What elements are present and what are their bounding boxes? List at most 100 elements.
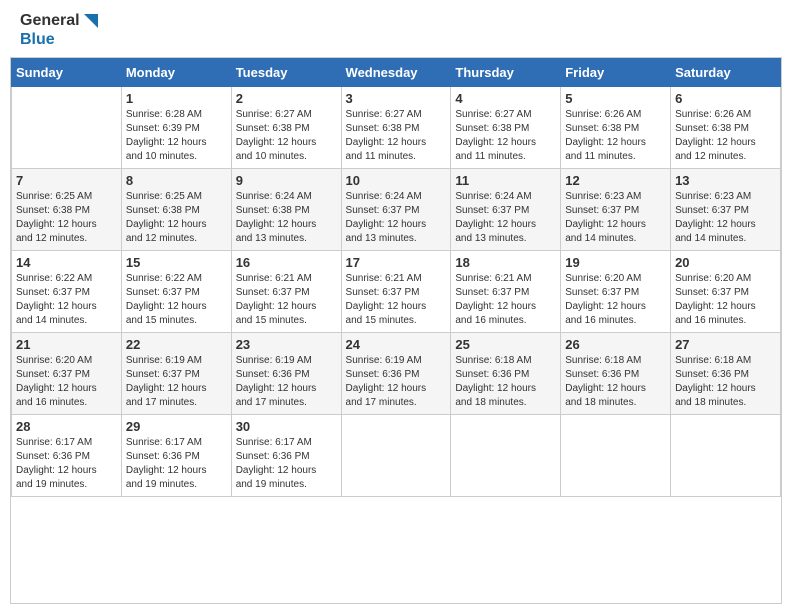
day-info: Sunrise: 6:25 AM Sunset: 6:38 PM Dayligh… (126, 190, 227, 246)
day-info: Sunrise: 6:20 AM Sunset: 6:37 PM Dayligh… (565, 272, 666, 328)
day-info: Sunrise: 6:19 AM Sunset: 6:36 PM Dayligh… (346, 354, 447, 410)
calendar-cell: 4 Sunrise: 6:27 AM Sunset: 6:38 PM Daylig… (451, 87, 561, 169)
calendar: SundayMondayTuesdayWednesdayThursdayFrid… (10, 57, 782, 604)
day-number: 23 (236, 337, 337, 352)
calendar-cell: 27 Sunrise: 6:18 AM Sunset: 6:36 PM Dayli… (671, 333, 781, 415)
weekday-tuesday: Tuesday (231, 59, 341, 87)
day-info: Sunrise: 6:27 AM Sunset: 6:38 PM Dayligh… (455, 108, 556, 164)
day-number: 16 (236, 255, 337, 270)
calendar-cell (561, 415, 671, 497)
day-info: Sunrise: 6:27 AM Sunset: 6:38 PM Dayligh… (236, 108, 337, 164)
day-number: 12 (565, 173, 666, 188)
calendar-cell: 22 Sunrise: 6:19 AM Sunset: 6:37 PM Dayli… (121, 333, 231, 415)
day-info: Sunrise: 6:20 AM Sunset: 6:37 PM Dayligh… (16, 354, 117, 410)
calendar-cell (671, 415, 781, 497)
day-number: 11 (455, 173, 556, 188)
day-number: 8 (126, 173, 227, 188)
day-info: Sunrise: 6:23 AM Sunset: 6:37 PM Dayligh… (565, 190, 666, 246)
calendar-cell: 16 Sunrise: 6:21 AM Sunset: 6:37 PM Dayli… (231, 251, 341, 333)
weekday-friday: Friday (561, 59, 671, 87)
week-row-3: 14 Sunrise: 6:22 AM Sunset: 6:37 PM Dayli… (12, 251, 781, 333)
calendar-cell: 3 Sunrise: 6:27 AM Sunset: 6:38 PM Daylig… (341, 87, 451, 169)
day-info: Sunrise: 6:24 AM Sunset: 6:38 PM Dayligh… (236, 190, 337, 246)
day-info: Sunrise: 6:17 AM Sunset: 6:36 PM Dayligh… (236, 436, 337, 492)
weekday-thursday: Thursday (451, 59, 561, 87)
day-number: 27 (675, 337, 776, 352)
week-row-1: 1 Sunrise: 6:28 AM Sunset: 6:39 PM Daylig… (12, 87, 781, 169)
day-number: 29 (126, 419, 227, 434)
day-number: 13 (675, 173, 776, 188)
weekday-sunday: Sunday (12, 59, 122, 87)
day-info: Sunrise: 6:21 AM Sunset: 6:37 PM Dayligh… (346, 272, 447, 328)
calendar-cell: 28 Sunrise: 6:17 AM Sunset: 6:36 PM Dayli… (12, 415, 122, 497)
calendar-cell: 13 Sunrise: 6:23 AM Sunset: 6:37 PM Dayli… (671, 169, 781, 251)
day-info: Sunrise: 6:19 AM Sunset: 6:36 PM Dayligh… (236, 354, 337, 410)
day-number: 10 (346, 173, 447, 188)
day-number: 4 (455, 91, 556, 106)
calendar-cell: 25 Sunrise: 6:18 AM Sunset: 6:36 PM Dayli… (451, 333, 561, 415)
week-row-2: 7 Sunrise: 6:25 AM Sunset: 6:38 PM Daylig… (12, 169, 781, 251)
day-number: 30 (236, 419, 337, 434)
day-info: Sunrise: 6:19 AM Sunset: 6:37 PM Dayligh… (126, 354, 227, 410)
weekday-monday: Monday (121, 59, 231, 87)
day-info: Sunrise: 6:21 AM Sunset: 6:37 PM Dayligh… (236, 272, 337, 328)
day-number: 20 (675, 255, 776, 270)
day-info: Sunrise: 6:22 AM Sunset: 6:37 PM Dayligh… (16, 272, 117, 328)
day-info: Sunrise: 6:18 AM Sunset: 6:36 PM Dayligh… (455, 354, 556, 410)
calendar-cell: 2 Sunrise: 6:27 AM Sunset: 6:38 PM Daylig… (231, 87, 341, 169)
weekday-saturday: Saturday (671, 59, 781, 87)
day-info: Sunrise: 6:17 AM Sunset: 6:36 PM Dayligh… (16, 436, 117, 492)
day-number: 2 (236, 91, 337, 106)
day-info: Sunrise: 6:23 AM Sunset: 6:37 PM Dayligh… (675, 190, 776, 246)
calendar-cell (341, 415, 451, 497)
calendar-cell (12, 87, 122, 169)
day-info: Sunrise: 6:17 AM Sunset: 6:36 PM Dayligh… (126, 436, 227, 492)
day-number: 6 (675, 91, 776, 106)
day-number: 15 (126, 255, 227, 270)
day-number: 5 (565, 91, 666, 106)
calendar-cell: 24 Sunrise: 6:19 AM Sunset: 6:36 PM Dayli… (341, 333, 451, 415)
day-number: 26 (565, 337, 666, 352)
calendar-cell: 11 Sunrise: 6:24 AM Sunset: 6:37 PM Dayli… (451, 169, 561, 251)
day-info: Sunrise: 6:18 AM Sunset: 6:36 PM Dayligh… (565, 354, 666, 410)
day-info: Sunrise: 6:26 AM Sunset: 6:38 PM Dayligh… (565, 108, 666, 164)
day-number: 28 (16, 419, 117, 434)
day-info: Sunrise: 6:22 AM Sunset: 6:37 PM Dayligh… (126, 272, 227, 328)
calendar-cell: 30 Sunrise: 6:17 AM Sunset: 6:36 PM Dayli… (231, 415, 341, 497)
calendar-cell: 8 Sunrise: 6:25 AM Sunset: 6:38 PM Daylig… (121, 169, 231, 251)
week-row-4: 21 Sunrise: 6:20 AM Sunset: 6:37 PM Dayli… (12, 333, 781, 415)
day-info: Sunrise: 6:26 AM Sunset: 6:38 PM Dayligh… (675, 108, 776, 164)
week-row-5: 28 Sunrise: 6:17 AM Sunset: 6:36 PM Dayli… (12, 415, 781, 497)
day-number: 1 (126, 91, 227, 106)
day-number: 7 (16, 173, 117, 188)
logo: GeneralBlue (20, 12, 100, 49)
day-info: Sunrise: 6:24 AM Sunset: 6:37 PM Dayligh… (346, 190, 447, 246)
day-info: Sunrise: 6:21 AM Sunset: 6:37 PM Dayligh… (455, 272, 556, 328)
day-info: Sunrise: 6:25 AM Sunset: 6:38 PM Dayligh… (16, 190, 117, 246)
calendar-cell: 14 Sunrise: 6:22 AM Sunset: 6:37 PM Dayli… (12, 251, 122, 333)
day-number: 3 (346, 91, 447, 106)
day-info: Sunrise: 6:27 AM Sunset: 6:38 PM Dayligh… (346, 108, 447, 164)
calendar-cell: 10 Sunrise: 6:24 AM Sunset: 6:37 PM Dayli… (341, 169, 451, 251)
day-number: 14 (16, 255, 117, 270)
calendar-cell: 21 Sunrise: 6:20 AM Sunset: 6:37 PM Dayli… (12, 333, 122, 415)
page-header: GeneralBlue (0, 0, 792, 57)
day-number: 24 (346, 337, 447, 352)
day-info: Sunrise: 6:28 AM Sunset: 6:39 PM Dayligh… (126, 108, 227, 164)
calendar-cell: 7 Sunrise: 6:25 AM Sunset: 6:38 PM Daylig… (12, 169, 122, 251)
calendar-cell: 17 Sunrise: 6:21 AM Sunset: 6:37 PM Dayli… (341, 251, 451, 333)
day-number: 19 (565, 255, 666, 270)
day-number: 21 (16, 337, 117, 352)
day-number: 22 (126, 337, 227, 352)
day-info: Sunrise: 6:18 AM Sunset: 6:36 PM Dayligh… (675, 354, 776, 410)
calendar-cell: 26 Sunrise: 6:18 AM Sunset: 6:36 PM Dayli… (561, 333, 671, 415)
calendar-cell (451, 415, 561, 497)
day-number: 17 (346, 255, 447, 270)
calendar-cell: 29 Sunrise: 6:17 AM Sunset: 6:36 PM Dayli… (121, 415, 231, 497)
day-number: 25 (455, 337, 556, 352)
calendar-cell: 9Sunrise: 6:24 AM Sunset: 6:38 PM Daylig… (231, 169, 341, 251)
calendar-cell: 18 Sunrise: 6:21 AM Sunset: 6:37 PM Dayli… (451, 251, 561, 333)
calendar-cell: 15 Sunrise: 6:22 AM Sunset: 6:37 PM Dayli… (121, 251, 231, 333)
day-number: 18 (455, 255, 556, 270)
day-info: Sunrise: 6:24 AM Sunset: 6:37 PM Dayligh… (455, 190, 556, 246)
